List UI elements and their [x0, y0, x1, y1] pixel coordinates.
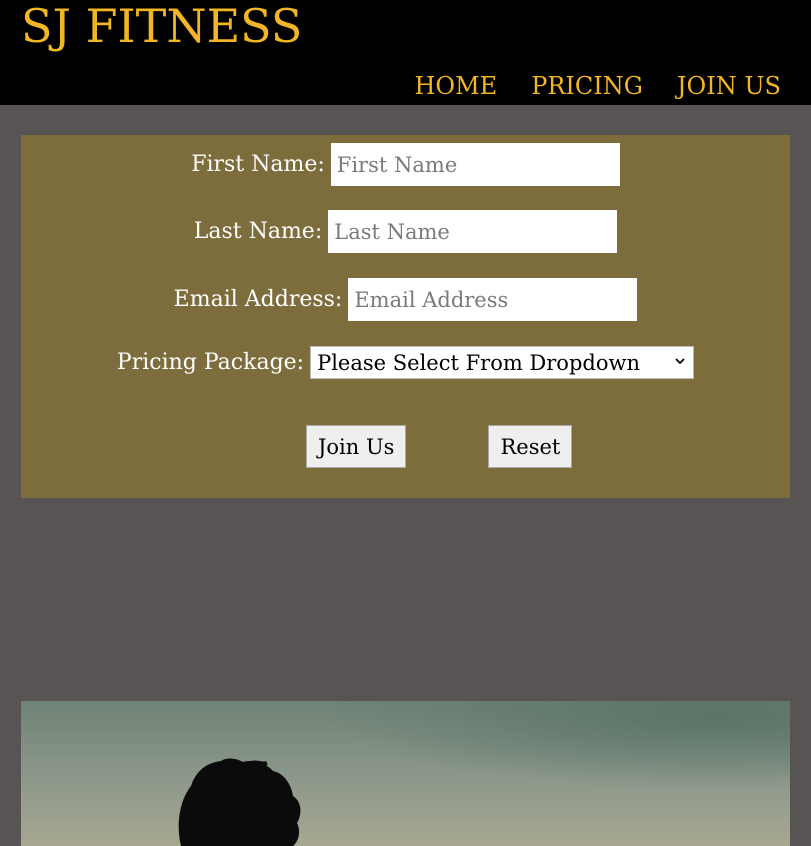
pricing-package-row: Pricing Package: Please Select From Drop… [21, 346, 790, 379]
last-name-row: Last Name: [21, 210, 790, 253]
nav-join-us-link[interactable]: JOIN US [677, 70, 781, 102]
chevron-down-icon [675, 358, 685, 365]
first-name-label: First Name: [191, 152, 325, 177]
email-input[interactable] [348, 278, 638, 321]
site-header: SJ FITNESS HOME PRICING JOIN US [0, 0, 811, 105]
pricing-package-label: Pricing Package: [116, 350, 305, 375]
first-name-input[interactable] [330, 143, 620, 186]
athlete-silhouette-image [21, 701, 790, 846]
email-row: Email Address: [21, 278, 790, 321]
hero-image [21, 701, 790, 846]
join-form: First Name: Last Name: Email Address: Pr… [21, 135, 790, 498]
pricing-package-selected: Please Select From Dropdown [317, 350, 640, 375]
nav-pricing-link[interactable]: PRICING [531, 70, 643, 102]
form-buttons: Join Us Reset [306, 425, 573, 468]
reset-button[interactable]: Reset [488, 425, 573, 468]
nav-home-link[interactable]: HOME [415, 70, 498, 102]
last-name-label: Last Name: [193, 219, 323, 244]
main-nav: HOME PRICING JOIN US [415, 70, 782, 102]
last-name-input[interactable] [328, 210, 618, 253]
join-us-button[interactable]: Join Us [306, 425, 407, 468]
email-label: Email Address: [173, 287, 343, 312]
site-logo[interactable]: SJ FITNESS [21, 0, 302, 56]
first-name-row: First Name: [21, 143, 790, 186]
pricing-package-select[interactable]: Please Select From Dropdown [310, 346, 695, 379]
